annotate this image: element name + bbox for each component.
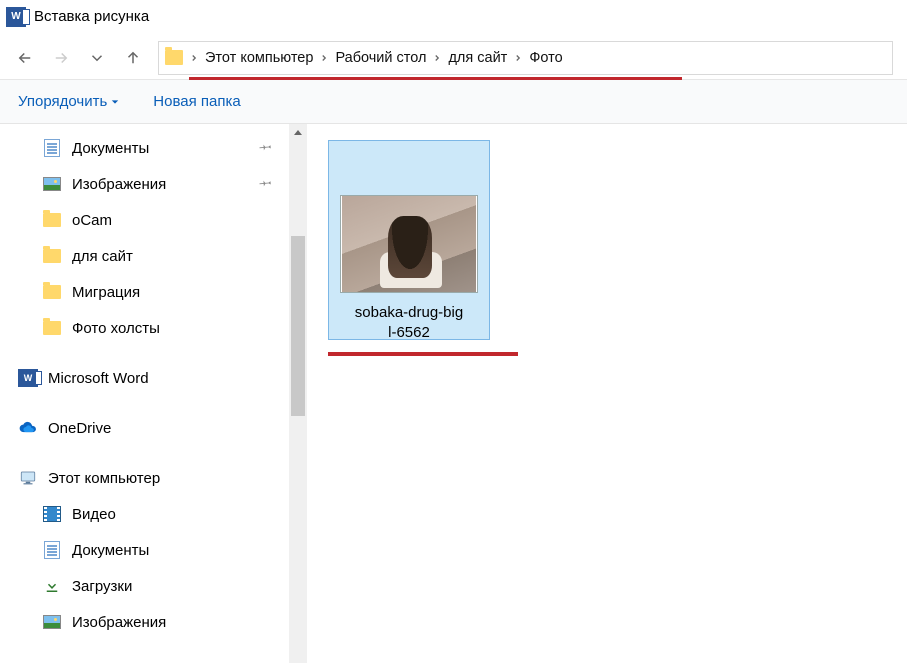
- annotation-underline: [189, 77, 682, 80]
- folder-icon: [165, 50, 183, 65]
- tree-item-label: для сайт: [72, 248, 133, 265]
- tree-item-label: Изображения: [72, 614, 166, 631]
- tree-item-label: Документы: [72, 140, 149, 157]
- new-folder-button[interactable]: Новая папка: [153, 93, 240, 110]
- tree-item[interactable]: OneDrive: [0, 410, 307, 446]
- chevron-right-icon: [432, 50, 442, 66]
- toolbar: Упорядочить Новая папка: [0, 80, 907, 124]
- chevron-right-icon: [319, 50, 329, 66]
- breadcrumb-segment[interactable]: для сайт: [448, 50, 507, 66]
- organize-button[interactable]: Упорядочить: [18, 93, 119, 110]
- video-icon: [42, 505, 62, 523]
- doc-icon: [42, 139, 62, 157]
- word-icon: W: [18, 369, 38, 387]
- tree-item-label: Документы: [72, 542, 149, 559]
- folder-icon: [42, 319, 62, 337]
- chevron-right-icon: [513, 50, 523, 66]
- tree-item-label: Изображения: [72, 176, 166, 193]
- pc-icon: [18, 469, 38, 487]
- dialog-title: Вставка рисунка: [34, 8, 149, 25]
- annotation-underline: [328, 352, 518, 356]
- folder-icon: [42, 247, 62, 265]
- tree-item-label: Microsoft Word: [48, 370, 149, 387]
- breadcrumb-segment[interactable]: Этот компьютер: [205, 50, 313, 66]
- img-icon: [42, 613, 62, 631]
- breadcrumb-segment[interactable]: Рабочий стол: [335, 50, 426, 66]
- tree-item-label: Загрузки: [72, 578, 132, 595]
- word-app-icon: W: [6, 7, 26, 27]
- organize-label: Упорядочить: [18, 93, 107, 110]
- tree-item[interactable]: Миграция: [0, 274, 307, 310]
- doc-icon: [42, 541, 62, 559]
- tree-item-label: Этот компьютер: [48, 470, 160, 487]
- navigation-bar: Этот компьютер Рабочий стол для сайт Фот…: [0, 34, 907, 80]
- tree-item-label: Видео: [72, 506, 116, 523]
- tree-item[interactable]: Видео: [0, 496, 307, 532]
- navigation-tree: Документы Изображения oCam для сайт Миграция…: [0, 124, 308, 663]
- back-button[interactable]: [14, 47, 36, 69]
- image-preview: [342, 196, 476, 292]
- tree-item-label: Фото холсты: [72, 320, 160, 337]
- pin-icon: [259, 175, 273, 193]
- folder-icon: [42, 211, 62, 229]
- img-icon: [42, 175, 62, 193]
- tree-item-label: OneDrive: [48, 420, 111, 437]
- tree-item-label: oCam: [72, 212, 112, 229]
- tree-item[interactable]: Документы: [0, 532, 307, 568]
- tree-item[interactable]: Изображения: [0, 604, 307, 640]
- tree-item-label: Миграция: [72, 284, 140, 301]
- new-folder-label: Новая папка: [153, 93, 240, 110]
- dl-icon: [42, 577, 62, 595]
- tree-item[interactable]: Фото холсты: [0, 310, 307, 346]
- chevron-down-icon: [111, 93, 119, 110]
- scroll-up-icon[interactable]: [289, 124, 307, 142]
- file-content-area[interactable]: sobaka-drug-big l-6562: [308, 124, 907, 663]
- recent-locations-dropdown[interactable]: [86, 47, 108, 69]
- titlebar: W Вставка рисунка: [0, 0, 907, 34]
- tree-item[interactable]: Изображения: [0, 166, 307, 202]
- address-bar[interactable]: Этот компьютер Рабочий стол для сайт Фот…: [158, 41, 893, 75]
- file-name: sobaka-drug-big l-6562: [355, 303, 463, 344]
- tree-item[interactable]: для сайт: [0, 238, 307, 274]
- tree-item[interactable]: Этот компьютер: [0, 460, 307, 496]
- file-thumbnail: [340, 195, 478, 293]
- chevron-right-icon: [189, 50, 199, 66]
- tree-item[interactable]: Загрузки: [0, 568, 307, 604]
- forward-button[interactable]: [50, 47, 72, 69]
- file-item-selected[interactable]: sobaka-drug-big l-6562: [328, 140, 490, 340]
- breadcrumb-segment[interactable]: Фото: [529, 50, 562, 66]
- tree-item[interactable]: oCam: [0, 202, 307, 238]
- folder-icon: [42, 283, 62, 301]
- onedrive-icon: [18, 419, 38, 437]
- pin-icon: [259, 139, 273, 157]
- scrollbar[interactable]: [289, 124, 307, 663]
- up-button[interactable]: [122, 47, 144, 69]
- tree-item[interactable]: Документы: [0, 130, 307, 166]
- scrollbar-thumb[interactable]: [291, 236, 305, 416]
- tree-item[interactable]: W Microsoft Word: [0, 360, 307, 396]
